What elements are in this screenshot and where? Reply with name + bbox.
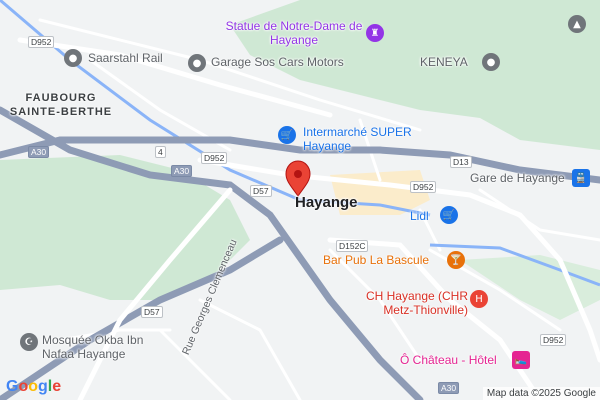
poi-label-gare[interactable]: Gare de Hayange — [470, 171, 565, 185]
highway-shield: A30 — [438, 382, 460, 394]
road-shield: D952 — [28, 36, 55, 48]
poi-label-mosquee[interactable]: Mosquée Okba Ibn Nafaa Hayange — [42, 333, 172, 361]
logo-letter: o — [18, 378, 29, 395]
logo-letter: e — [52, 378, 62, 395]
logo-letter: o — [28, 378, 39, 395]
pin-icon[interactable]: ● — [64, 49, 82, 67]
shopping-cart-icon[interactable]: 🛒 — [278, 126, 296, 144]
road-shield: D952 — [540, 334, 567, 346]
poi-label-saarstahl[interactable]: Saarstahl Rail — [88, 51, 163, 65]
poi-label-garage[interactable]: Garage Sos Cars Motors — [211, 55, 344, 69]
pin-icon[interactable]: ● — [188, 54, 206, 72]
cocktail-icon[interactable]: 🍸 — [447, 251, 465, 269]
shopping-cart-icon[interactable]: 🛒 — [440, 206, 458, 224]
logo-letter: G — [6, 378, 19, 395]
road-shield: D57 — [250, 185, 272, 197]
city-label: Hayange — [295, 194, 358, 211]
road-shield: D57 — [141, 306, 163, 318]
poi-label-hospital[interactable]: CH Hayange (CHR Metz-Thionville) — [350, 289, 468, 317]
neighborhood-label: FAUBOURG SAINTE-BERTHE — [9, 92, 113, 118]
monument-icon[interactable]: ▲ — [568, 15, 586, 33]
road-shield: D952 — [201, 152, 228, 164]
train-icon[interactable]: 🚆 — [572, 169, 590, 187]
highway-shield: A30 — [28, 146, 50, 158]
bed-icon[interactable]: 🛌 — [512, 351, 530, 369]
map-attribution[interactable]: Map data ©2025 Google — [482, 387, 600, 400]
highway-shield: A30 — [171, 165, 193, 177]
road-shield: 4 — [155, 146, 166, 158]
poi-label-keneya[interactable]: KENEYA — [420, 55, 468, 69]
poi-label-statue[interactable]: Statue de Notre-Dame de Hayange — [218, 19, 370, 47]
poi-label-lidl[interactable]: Lidl — [410, 209, 429, 223]
pin-icon[interactable]: ● — [482, 53, 500, 71]
poi-label-bar[interactable]: Bar Pub La Bascule — [323, 253, 429, 267]
google-logo: Google — [6, 378, 61, 396]
road-shield: D13 — [450, 156, 472, 168]
road-shield: D952 — [410, 181, 437, 193]
logo-letter: g — [38, 378, 48, 395]
poi-label-intermarche[interactable]: Intermarché SUPER Hayange — [303, 125, 413, 153]
hospital-icon[interactable]: H — [470, 290, 488, 308]
mosque-icon[interactable]: ☪ — [20, 333, 38, 351]
poi-label-chateau[interactable]: Ô Château - Hôtel — [400, 353, 497, 367]
road-shield: D152C — [336, 240, 369, 252]
